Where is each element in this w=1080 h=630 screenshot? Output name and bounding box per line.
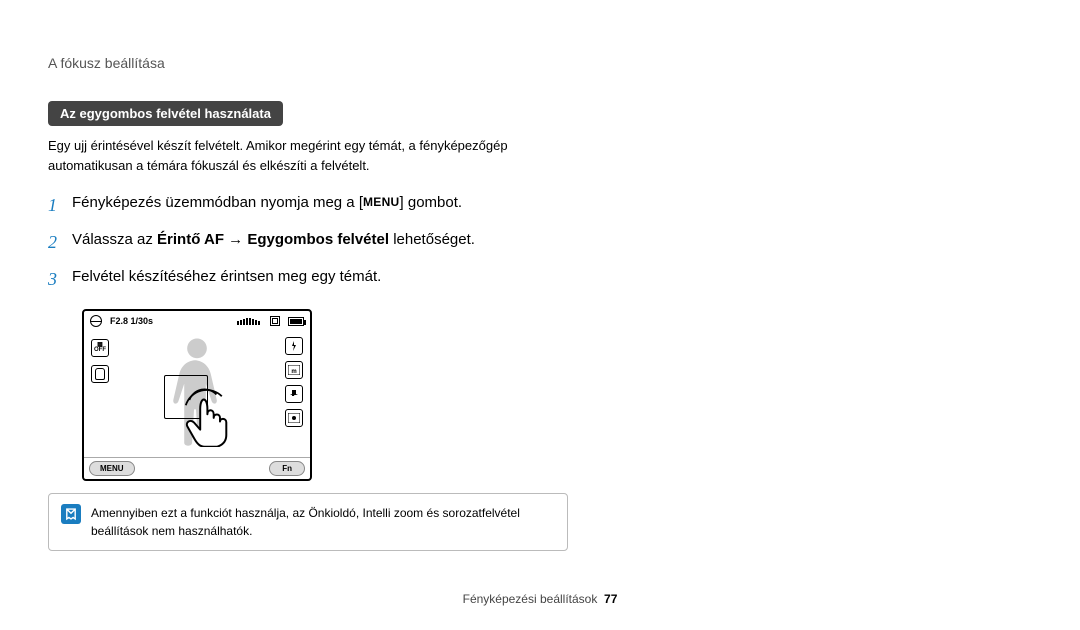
touch-icon: [91, 365, 109, 383]
step-1: 1 Fényképezés üzemmódban nyomja meg a [M…: [48, 187, 568, 224]
footer-section: Fényképezési beállítások: [463, 592, 598, 606]
intro-paragraph: Egy ujj érintésével készít felvételt. Am…: [48, 136, 568, 175]
bold-term: Érintő AF: [157, 231, 224, 248]
grid-icon: ▦OFF: [91, 339, 109, 357]
step-body: Felvétel készítéséhez érintsen meg egy t…: [72, 265, 568, 289]
step-text: lehetőséget.: [389, 231, 475, 248]
note-icon: [61, 504, 81, 524]
camera-topbar: F2.8 1/30s: [84, 311, 310, 331]
mode-icon: [90, 315, 102, 327]
camera-menu-button: MENU: [89, 461, 135, 476]
exposure-meter-icon: [237, 318, 260, 325]
flash-icon: [285, 337, 303, 355]
metering-icon: [285, 409, 303, 427]
step-number: 2: [48, 228, 72, 257]
step-text: Fényképezés üzemmódban nyomja meg a [: [72, 194, 363, 211]
bold-term: Egygombos felvétel: [247, 231, 389, 248]
camera-right-icons: m: [278, 331, 310, 457]
camera-viewport: ▦OFF m: [84, 331, 310, 457]
camera-left-icons: ▦OFF: [84, 331, 116, 457]
exposure-label: F2.8 1/30s: [110, 316, 153, 326]
step-3: 3 Felvétel készítéséhez érintsen meg egy…: [48, 261, 568, 298]
camera-fn-button: Fn: [269, 461, 305, 476]
step-2: 2 Válassza az Érintő AF → Egygombos felv…: [48, 224, 568, 261]
svg-text:m: m: [291, 369, 296, 375]
stabilizer-icon: [285, 385, 303, 403]
main-content: Az egygombos felvétel használata Egy ujj…: [48, 101, 568, 551]
step-body: Fényképezés üzemmódban nyomja meg a [MEN…: [72, 191, 568, 215]
resolution-icon: m: [285, 361, 303, 379]
step-number: 3: [48, 265, 72, 294]
page-header: A fókusz beállítása: [48, 55, 1032, 71]
menu-button-label: MENU: [363, 193, 400, 212]
note-text: Amennyiben ezt a funkciót használja, az …: [91, 504, 555, 540]
battery-icon: [288, 317, 304, 326]
touching-hand-icon: [184, 387, 238, 447]
single-shot-icon: [270, 316, 280, 326]
camera-bottombar: MENU Fn: [84, 457, 310, 479]
page-footer: Fényképezési beállítások 77: [0, 592, 1080, 606]
arrow: →: [224, 231, 247, 248]
step-list: 1 Fényképezés üzemmódban nyomja meg a [M…: [48, 187, 568, 297]
step-text: ] gombot.: [400, 194, 463, 211]
step-body: Válassza az Érintő AF → Egygombos felvét…: [72, 228, 568, 252]
section-title-pill: Az egygombos felvétel használata: [48, 101, 283, 126]
note-box: Amennyiben ezt a funkciót használja, az …: [48, 493, 568, 551]
footer-page-number: 77: [604, 592, 617, 606]
step-text: Válassza az: [72, 231, 157, 248]
camera-center: [116, 331, 278, 457]
camera-screen-figure: F2.8 1/30s ▦OFF: [82, 309, 312, 481]
step-number: 1: [48, 191, 72, 220]
